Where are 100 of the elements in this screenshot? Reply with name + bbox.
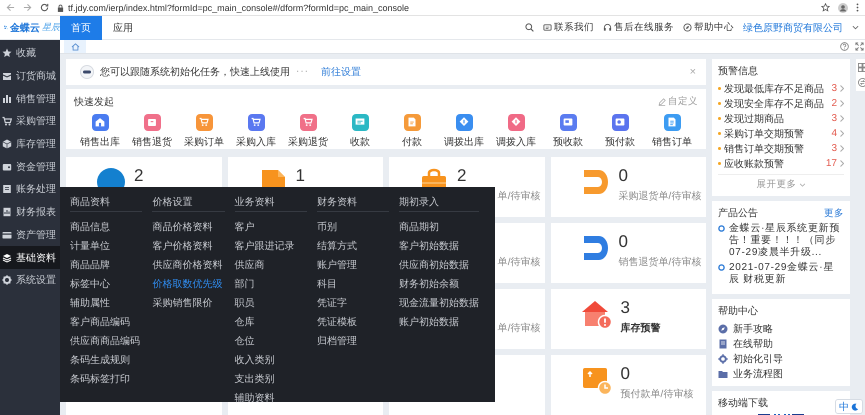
- quick-launch-button[interactable]: 采购退货: [282, 114, 334, 149]
- sidebar-item[interactable]: 采购管理: [0, 110, 60, 133]
- reload-icon[interactable]: [40, 3, 49, 12]
- help-link[interactable]: 在线帮助: [718, 336, 844, 351]
- header-link[interactable]: 帮助中心: [683, 21, 734, 34]
- menu-item[interactable]: 客户跟进记录: [234, 236, 307, 255]
- menu-item[interactable]: 辅助资料: [234, 388, 307, 407]
- home-tab[interactable]: [64, 40, 86, 53]
- header-link[interactable]: 联系我们: [543, 21, 594, 34]
- quick-launch-button[interactable]: 付款: [386, 114, 438, 149]
- sidebar-item[interactable]: 财务报表: [0, 200, 60, 224]
- moon-icon[interactable]: [851, 402, 859, 410]
- fullscreen-icon[interactable]: [855, 42, 864, 51]
- announcement-link[interactable]: 2021-07-29金蝶云·星辰 财税更新: [729, 262, 844, 286]
- menu-item[interactable]: 结算方式: [316, 236, 389, 255]
- header-link[interactable]: 售后在线服务: [603, 21, 674, 34]
- circle-marker-icon: [718, 225, 725, 232]
- search-icon[interactable]: [525, 23, 534, 32]
- menu-item[interactable]: 供应商价格资料: [152, 255, 224, 274]
- chevron-down-icon[interactable]: [852, 25, 859, 30]
- sidebar-item[interactable]: 订货商城: [0, 64, 60, 88]
- alert-item[interactable]: 采购订单交期预警 4: [718, 126, 844, 141]
- menu-item[interactable]: 价格取数优先级: [152, 274, 224, 293]
- menu-item[interactable]: 商品期初: [399, 217, 479, 236]
- logo-text: 金蝶云: [10, 22, 40, 34]
- sidebar-item[interactable]: 销售管理: [0, 87, 60, 110]
- menu-item[interactable]: 部门: [234, 274, 307, 293]
- nav-tab[interactable]: 应用: [102, 16, 144, 40]
- star-icon: [2, 48, 12, 58]
- alert-count: 2: [831, 98, 837, 109]
- menu-item[interactable]: 收入类别: [234, 350, 307, 369]
- setup-link[interactable]: 前往设置: [321, 64, 361, 79]
- menu-item[interactable]: 客户初始数据: [399, 236, 479, 255]
- alert-item[interactable]: 应收账款预警 17: [718, 156, 844, 171]
- menu-item[interactable]: 商品品牌: [70, 255, 142, 274]
- sidebar-item[interactable]: 资金管理: [0, 155, 60, 178]
- menu-item[interactable]: 辅助属性: [70, 293, 142, 312]
- menu-item[interactable]: 职员: [234, 293, 307, 312]
- menu-item[interactable]: 科目: [316, 274, 389, 293]
- grid-icon[interactable]: [858, 63, 865, 72]
- menu-item[interactable]: 客户价格资料: [152, 236, 224, 255]
- help-icon[interactable]: [840, 42, 849, 51]
- alert-item[interactable]: 发现安全库存不足商品 2: [718, 96, 844, 111]
- quick-launch-button[interactable]: 采购订单: [178, 114, 230, 149]
- menu-item[interactable]: 现金流量初始数据: [399, 293, 479, 312]
- help-link[interactable]: 初始化引导: [718, 351, 844, 366]
- company-name[interactable]: 绿色原野商贸有限公司: [743, 20, 843, 34]
- menu-item[interactable]: 供应商: [234, 255, 307, 274]
- menu-item[interactable]: 客户: [234, 217, 307, 236]
- sidebar-item[interactable]: 资产管理: [0, 224, 60, 246]
- quick-launch-button[interactable]: 销售出库: [74, 114, 126, 149]
- announcement-link[interactable]: 金蝶云·星辰系统更新预告！重要！！！（同步07-29凌晨半升级...: [729, 223, 844, 259]
- help-link[interactable]: 新手攻略: [718, 321, 844, 336]
- menu-item[interactable]: 供应商商品编码: [70, 331, 142, 350]
- stat-label: 单/待审核: [498, 256, 540, 269]
- menu-item[interactable]: 账户管理: [316, 255, 389, 274]
- quick-launch-button[interactable]: 预收款: [542, 114, 594, 149]
- swap-icon[interactable]: [858, 78, 865, 87]
- menu-item[interactable]: 标签中心: [70, 274, 142, 293]
- star-icon[interactable]: [821, 3, 830, 12]
- quick-launch-button[interactable]: 销售退货: [126, 114, 178, 149]
- alert-count: 3: [831, 113, 837, 124]
- quick-launch-button[interactable]: 销售订单: [646, 114, 698, 149]
- more-link[interactable]: 更多: [824, 206, 844, 220]
- quick-launch-button[interactable]: 预付款: [594, 114, 646, 149]
- menu-item[interactable]: 条码生成规则: [70, 350, 142, 369]
- sidebar-item[interactable]: 库存管理: [0, 132, 60, 156]
- menu-item[interactable]: 凭证字: [316, 293, 389, 312]
- sidebar-item[interactable]: 账务处理: [0, 178, 60, 201]
- menu-item[interactable]: 客户商品编码: [70, 312, 142, 331]
- menu-item[interactable]: 商品价格资料: [152, 217, 224, 236]
- alert-item[interactable]: 销售订单交期预警 3: [718, 141, 844, 156]
- menu-icon[interactable]: [856, 3, 859, 12]
- menu-item[interactable]: 仓位: [234, 331, 307, 350]
- quick-launch-button[interactable]: 调拨入库: [490, 114, 542, 149]
- menu-item[interactable]: 币别: [316, 217, 389, 236]
- menu-item[interactable]: 账户初始数据: [399, 312, 479, 331]
- chat-icon: [543, 23, 552, 32]
- menu-item[interactable]: 商品信息: [70, 217, 142, 236]
- help-link[interactable]: 业务流程图: [718, 366, 844, 381]
- alert-item[interactable]: 发现最低库存不足商品 3: [718, 81, 844, 96]
- nav-tab[interactable]: 首页: [60, 16, 102, 40]
- quick-launch-button[interactable]: 收款: [334, 114, 386, 149]
- menu-item[interactable]: 仓库: [234, 312, 307, 331]
- menu-item[interactable]: 支出类别: [234, 369, 307, 388]
- quick-launch-button[interactable]: 调拨出库: [438, 114, 490, 149]
- sidebar-item[interactable]: 基础资料: [0, 246, 60, 269]
- menu-item[interactable]: 财务初始余额: [399, 274, 479, 293]
- menu-item[interactable]: 条码标签打印: [70, 369, 142, 388]
- sidebar-item[interactable]: 系统设置: [0, 268, 60, 292]
- alert-item[interactable]: 发现过期商品 3: [718, 111, 844, 126]
- chevron-down-icon: [798, 182, 806, 186]
- menu-item[interactable]: 凭证模板: [316, 312, 389, 331]
- menu-item[interactable]: 供应商初始数据: [399, 255, 479, 274]
- menu-item[interactable]: 归档管理: [316, 331, 389, 350]
- sidebar-item[interactable]: 收藏: [0, 42, 60, 65]
- menu-item[interactable]: 采购销售限价: [152, 293, 224, 312]
- menu-item[interactable]: 计量单位: [70, 236, 142, 255]
- quick-launch-button[interactable]: 采购入库: [230, 114, 282, 149]
- avatar-icon[interactable]: [838, 2, 848, 12]
